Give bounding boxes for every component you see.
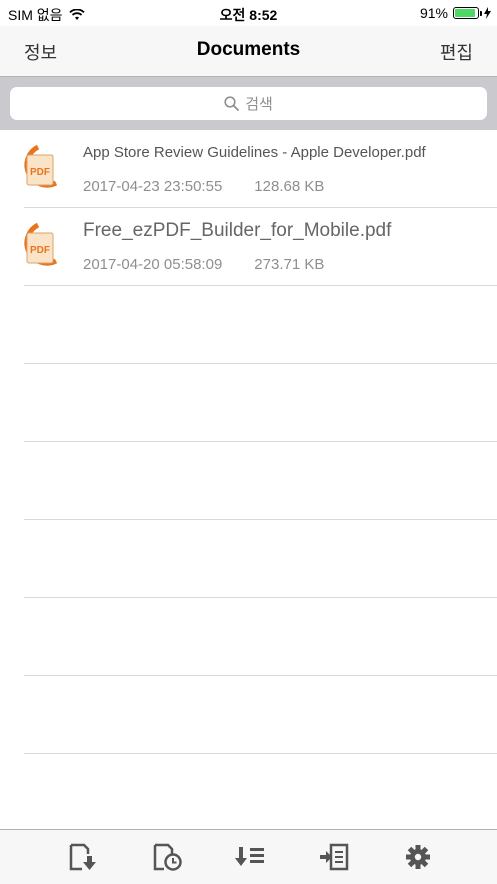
download-document-icon[interactable] — [68, 842, 100, 872]
search-input[interactable]: 검색 — [10, 87, 487, 120]
empty-row — [24, 364, 497, 442]
import-icon[interactable] — [319, 842, 351, 872]
file-row[interactable]: PDF App Store Review Guidelines - Apple … — [24, 130, 497, 208]
file-list: PDF App Store Review Guidelines - Apple … — [0, 130, 497, 754]
battery-nub — [480, 11, 482, 16]
file-meta: 2017-04-23 23:50:55 128.68 KB — [83, 178, 324, 195]
file-size: 128.68 KB — [254, 178, 325, 195]
status-bar: SIM 없음 오전 8:52 91% — [0, 0, 497, 26]
file-row[interactable]: PDF Free_ezPDF_Builder_for_Mobile.pdf 20… — [24, 208, 497, 286]
battery-percent: 91% — [419, 5, 448, 21]
file-meta: 2017-04-20 05:58:09 273.71 KB — [83, 256, 324, 273]
empty-row — [24, 598, 497, 676]
search-area: 검색 — [0, 77, 497, 130]
battery-icon — [453, 7, 482, 19]
page-title: Documents — [196, 39, 301, 60]
status-right: 91% — [420, 5, 491, 21]
empty-row — [24, 676, 497, 754]
search-icon — [224, 96, 240, 111]
pdf-file-icon: PDF — [24, 222, 58, 266]
file-date: 2017-04-23 23:50:55 — [83, 178, 223, 195]
edit-button[interactable]: 편집 — [440, 39, 473, 65]
navigation-bar: 정보 Documents 편집 — [0, 26, 497, 77]
file-name: Free_ezPDF_Builder_for_Mobile.pdf — [83, 220, 392, 241]
battery-fill — [455, 9, 475, 17]
charging-bolt-icon — [484, 7, 491, 19]
empty-row — [24, 286, 497, 364]
empty-row — [24, 442, 497, 520]
search-placeholder: 검색 — [245, 96, 273, 113]
pdf-file-icon: PDF — [24, 144, 58, 188]
file-size: 273.71 KB — [254, 256, 325, 273]
sort-icon[interactable] — [235, 842, 267, 872]
file-name: App Store Review Guidelines - Apple Deve… — [83, 144, 426, 161]
settings-gear-icon[interactable] — [402, 842, 434, 872]
bottom-toolbar — [0, 829, 497, 884]
svg-text:PDF: PDF — [30, 167, 50, 178]
file-date: 2017-04-20 05:58:09 — [83, 256, 223, 273]
empty-row — [24, 520, 497, 598]
recent-documents-icon[interactable] — [152, 842, 184, 872]
svg-text:PDF: PDF — [30, 245, 50, 256]
